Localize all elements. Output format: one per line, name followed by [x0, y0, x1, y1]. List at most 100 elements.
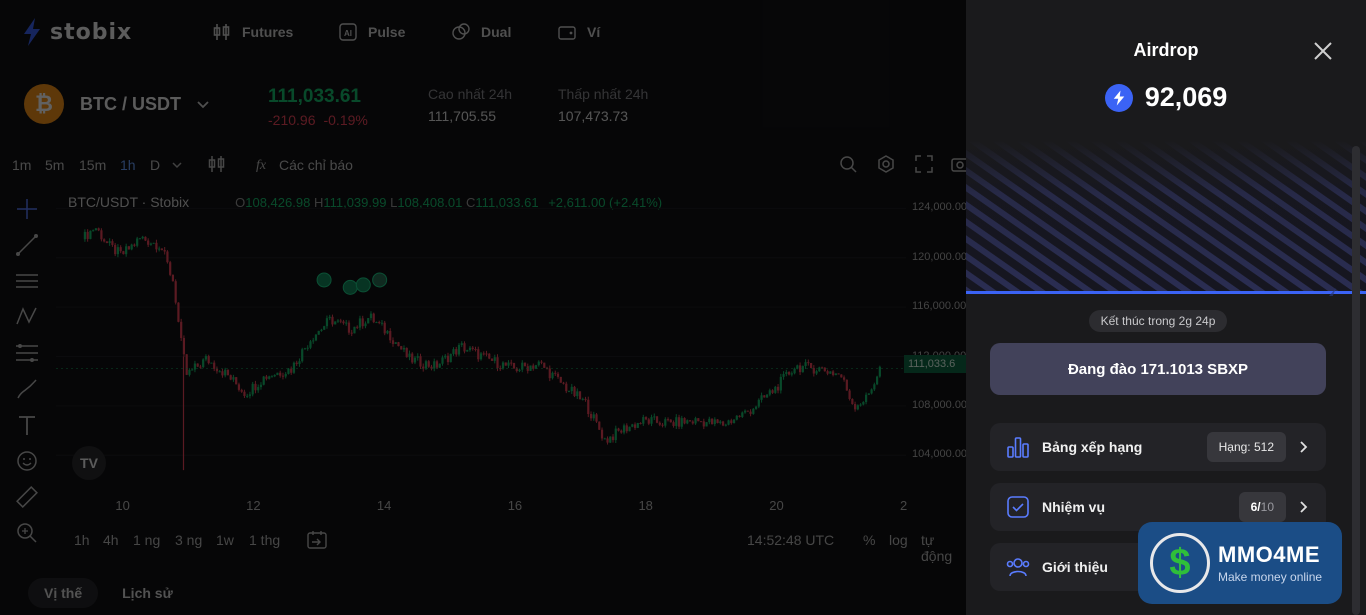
tasks-label: Nhiệm vụ	[1042, 499, 1106, 515]
zoom-chart-icon[interactable]	[838, 154, 858, 174]
candle-body	[240, 389, 243, 392]
auto-toggle[interactable]: tự động	[921, 532, 966, 564]
trade-marker[interactable]	[355, 277, 371, 293]
percent-toggle[interactable]: %	[863, 532, 875, 548]
nav-wallet[interactable]: Ví	[557, 22, 600, 42]
countdown-pill: Kết thúc trong 2g 24p	[966, 310, 1350, 332]
candle-body	[276, 372, 279, 376]
indicators-button[interactable]: Các chỉ báo	[279, 157, 353, 173]
candle-body	[295, 362, 298, 365]
logo-text: stobix	[50, 19, 133, 45]
chart-type-icon[interactable]	[207, 154, 227, 174]
candle-body	[196, 363, 199, 367]
chevron-right-icon	[1300, 441, 1308, 453]
y-tick-label: 108,000.00	[912, 398, 966, 411]
candle-body	[221, 371, 224, 376]
emoji-icon[interactable]	[14, 448, 40, 474]
candle-body	[364, 323, 367, 327]
price-chart[interactable]	[56, 188, 966, 488]
candle-body	[664, 419, 667, 426]
candle-body	[716, 419, 719, 424]
candle-body	[281, 375, 285, 377]
fullscreen-icon[interactable]	[914, 154, 934, 174]
goto-date-icon[interactable]	[306, 530, 328, 550]
close-icon[interactable]	[1312, 40, 1334, 62]
candle-body	[119, 247, 122, 252]
timeframe-1h[interactable]: 1h	[120, 157, 136, 173]
mining-button[interactable]: Đang đào 171.1013 SBXP	[990, 343, 1326, 395]
nav-pulse[interactable]: AI Pulse	[338, 22, 405, 42]
candle-body	[807, 362, 810, 364]
candle-body	[138, 238, 142, 240]
candle-body	[719, 421, 722, 424]
candle-body	[353, 326, 356, 334]
timeframe-5m[interactable]: 5m	[45, 157, 64, 173]
x-tick-label: 14	[376, 498, 392, 513]
panel-scrollbar[interactable]	[1352, 86, 1360, 615]
candle-body	[493, 357, 496, 361]
candle-body	[873, 384, 876, 390]
timeframe-1m[interactable]: 1m	[12, 157, 31, 173]
candle-body	[845, 379, 848, 391]
candle-body	[859, 404, 862, 406]
candle-body	[856, 405, 859, 410]
candle-body	[501, 362, 505, 369]
coins-icon	[452, 23, 470, 40]
candle-body	[358, 318, 362, 328]
camera-icon[interactable]	[950, 154, 966, 174]
nav-dual[interactable]: Dual	[451, 22, 511, 42]
candle-body	[488, 353, 491, 359]
timeframe-d[interactable]: D	[150, 157, 160, 173]
nav-futures[interactable]: Futures	[212, 22, 293, 42]
trade-marker[interactable]	[316, 272, 332, 288]
candle-body	[862, 402, 865, 405]
fib-icon[interactable]	[14, 340, 40, 366]
tasks-total: 10	[1260, 500, 1274, 514]
chevron-down-icon[interactable]	[170, 158, 184, 172]
candle-body	[853, 404, 857, 410]
stobix-logo[interactable]: stobix	[22, 18, 132, 46]
tradingview-logo[interactable]: TV	[72, 446, 106, 480]
range-1h[interactable]: 1h	[74, 532, 90, 548]
users-icon	[1006, 558, 1030, 577]
leaderboard-card[interactable]: Bảng xếp hạng Hạng: 512	[990, 423, 1326, 471]
fx-icon[interactable]: fx	[254, 154, 274, 174]
clock-utc[interactable]: 14:52:48 UTC	[747, 532, 834, 548]
candle-body	[581, 398, 584, 400]
scrollbar-thumb[interactable]	[1352, 146, 1360, 615]
range-1w[interactable]: 1w	[216, 532, 234, 548]
candle-body	[765, 394, 769, 398]
bolt-logo-icon	[24, 18, 40, 46]
chevron-down-icon	[197, 101, 209, 109]
horizontal-lines-icon[interactable]	[14, 268, 40, 294]
pattern-icon[interactable]	[14, 304, 40, 330]
candle-body	[878, 366, 881, 377]
timeframe-15m[interactable]: 15m	[79, 157, 106, 173]
tab-positions[interactable]: Vị thế	[28, 578, 99, 608]
brush-icon[interactable]	[14, 376, 40, 402]
ruler-icon[interactable]	[14, 484, 40, 510]
candle-body	[595, 414, 598, 422]
candle-body	[479, 353, 483, 360]
candle-body	[100, 230, 103, 240]
settings-icon[interactable]	[876, 154, 896, 174]
candle-body	[639, 423, 642, 425]
range-1d[interactable]: 1 ng	[133, 532, 160, 548]
candle-body	[182, 338, 186, 355]
text-icon[interactable]	[14, 412, 40, 438]
log-toggle[interactable]: log	[889, 532, 908, 548]
trendline-icon[interactable]	[14, 232, 40, 258]
candle-body	[323, 326, 326, 330]
leaderboard-label: Bảng xếp hạng	[1042, 439, 1143, 455]
candle-body	[708, 418, 711, 423]
pair-selector[interactable]: ₿ BTC / USDT	[24, 84, 211, 124]
candle-body	[152, 242, 155, 244]
trade-marker[interactable]	[372, 272, 388, 288]
range-1m[interactable]: 1 thg	[249, 532, 280, 548]
range-4h[interactable]: 4h	[103, 532, 119, 548]
range-3d[interactable]: 3 ng	[175, 532, 202, 548]
tab-history[interactable]: Lịch sử	[106, 578, 189, 608]
crosshair-icon[interactable]	[14, 196, 40, 222]
candle-body	[573, 386, 576, 397]
trade-marker[interactable]	[342, 279, 358, 295]
